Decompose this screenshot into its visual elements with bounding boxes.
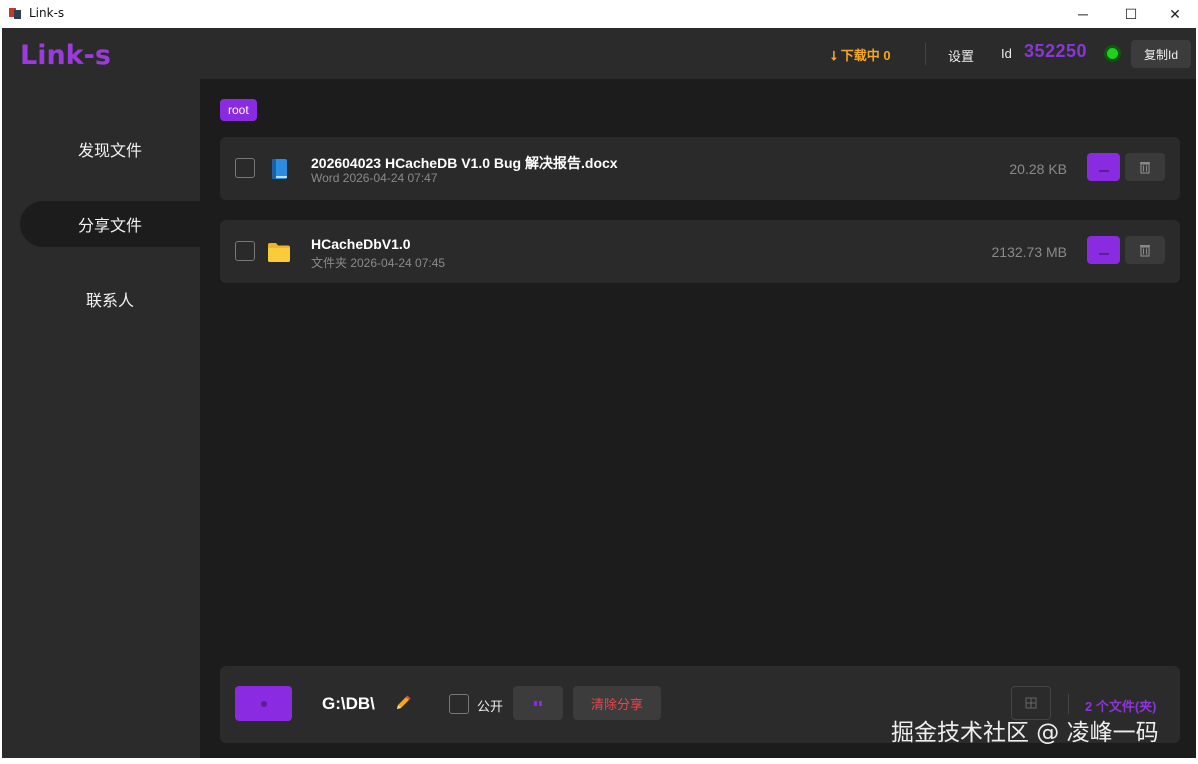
download-icon bbox=[1098, 170, 1109, 172]
refresh-button[interactable] bbox=[513, 686, 563, 720]
close-button[interactable]: ✕ bbox=[1152, 0, 1198, 28]
book-icon bbox=[272, 159, 287, 179]
download-icon bbox=[1098, 253, 1109, 255]
app-icon bbox=[9, 8, 21, 19]
id-label: Id bbox=[1001, 46, 1012, 61]
share-directory-path: G:\DB\ bbox=[322, 694, 375, 713]
minimize-button[interactable]: ─ bbox=[1060, 0, 1106, 28]
main-content: root 202604023 HCacheDB V1.0 Bug 解决报告.do… bbox=[200, 79, 1196, 758]
window-titlebar: Link-s ─ ☐ ✕ bbox=[0, 0, 1198, 28]
file-name: 202604023 HCacheDB V1.0 Bug 解决报告.docx bbox=[311, 155, 618, 171]
refresh-icon bbox=[534, 701, 542, 706]
window-title: Link-s bbox=[29, 6, 65, 20]
plus-icon bbox=[260, 700, 267, 707]
sidebar-item-shared[interactable]: 分享文件 bbox=[20, 201, 200, 247]
public-label: 公开 bbox=[477, 699, 504, 714]
settings-link[interactable]: 设置 bbox=[948, 46, 974, 65]
file-size: 20.28 KB bbox=[1009, 161, 1067, 177]
grid-icon bbox=[1025, 697, 1037, 709]
file-meta: Word 2026-04-24 07:47 bbox=[311, 171, 438, 185]
public-checkbox[interactable] bbox=[449, 694, 469, 714]
download-button[interactable] bbox=[1087, 236, 1120, 264]
watermark-text: 掘金技术社区 @ 凌峰一码 bbox=[891, 720, 1159, 746]
header-divider bbox=[925, 43, 926, 65]
id-value: 352250 bbox=[1024, 41, 1088, 61]
delete-button[interactable] bbox=[1125, 236, 1165, 264]
pencil-icon[interactable] bbox=[393, 693, 413, 713]
delete-button[interactable] bbox=[1125, 153, 1165, 181]
app-logo: Link-s bbox=[20, 40, 111, 71]
maximize-button[interactable]: ☐ bbox=[1108, 0, 1154, 28]
sidebar: 发现文件 分享文件 联系人 bbox=[2, 79, 200, 758]
folder-icon bbox=[268, 243, 290, 262]
sidebar-item-discover[interactable]: 发现文件 bbox=[20, 126, 200, 172]
downloading-indicator[interactable]: ⭣ 下载中 0 bbox=[831, 45, 891, 64]
download-button[interactable] bbox=[1087, 153, 1120, 181]
file-row[interactable]: HCacheDbV1.0 文件夹 2026-04-24 07:45 2132.7… bbox=[220, 220, 1180, 283]
file-checkbox[interactable] bbox=[235, 158, 255, 178]
trash-icon bbox=[1140, 245, 1150, 257]
breadcrumb-root[interactable]: root bbox=[220, 99, 257, 121]
add-share-button[interactable] bbox=[235, 686, 292, 721]
online-status-icon bbox=[1104, 45, 1121, 62]
file-meta: 文件夹 2026-04-24 07:45 bbox=[311, 256, 446, 270]
file-row[interactable]: 202604023 HCacheDB V1.0 Bug 解决报告.docx Wo… bbox=[220, 137, 1180, 200]
file-size: 2132.73 MB bbox=[991, 244, 1068, 260]
file-name: HCacheDbV1.0 bbox=[311, 236, 411, 252]
trash-icon bbox=[1140, 162, 1150, 174]
copy-id-button[interactable]: 复制Id bbox=[1131, 40, 1191, 68]
clear-share-button[interactable]: 清除分享 bbox=[573, 686, 661, 720]
sidebar-item-contacts[interactable]: 联系人 bbox=[20, 276, 200, 322]
file-checkbox[interactable] bbox=[235, 241, 255, 261]
app-header: Link-s ⭣ 下载中 0 设置 Id 352250 复制Id bbox=[2, 28, 1196, 79]
toolbar-divider bbox=[1068, 694, 1069, 714]
app-window: Link-s ⭣ 下载中 0 设置 Id 352250 复制Id 发现文件 分享… bbox=[2, 28, 1196, 758]
